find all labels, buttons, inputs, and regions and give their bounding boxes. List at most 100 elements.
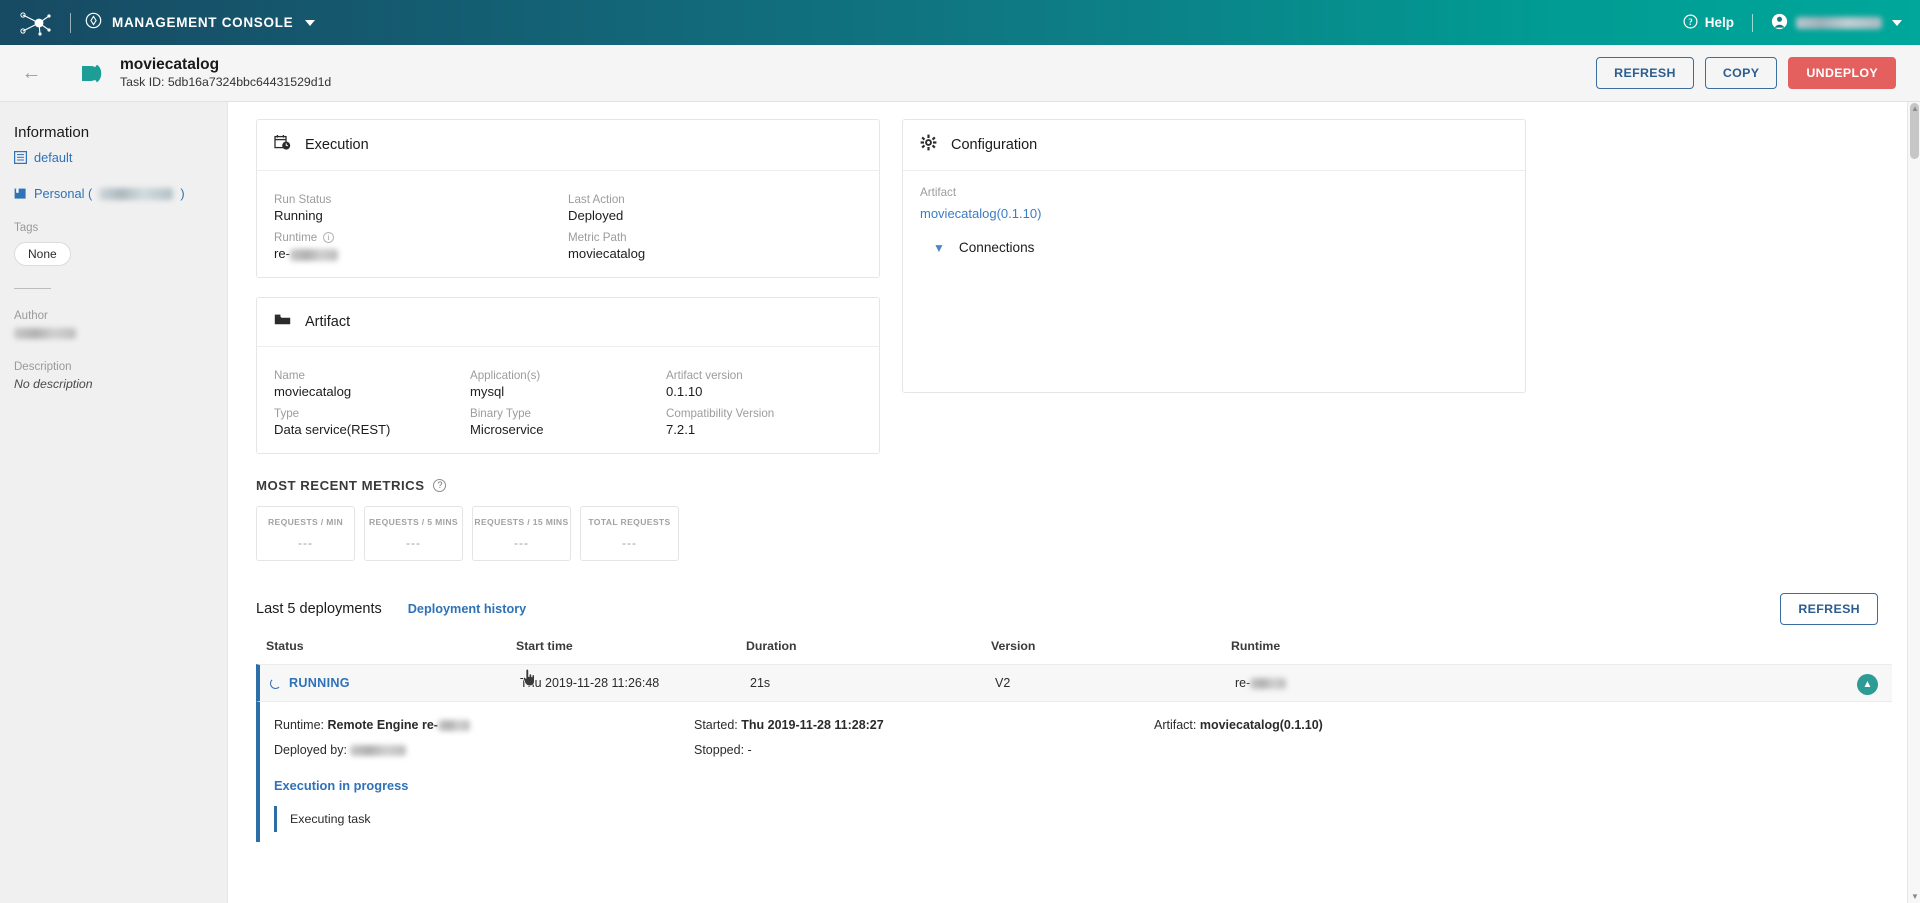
artifact-fields: Name Application(s) Artifact version mov…	[274, 361, 862, 437]
configuration-card-body: Artifact moviecatalog(0.1.10) ▼ Connecti…	[903, 171, 1525, 392]
runtime-value-prefix: re-	[274, 246, 291, 261]
artifact-type-value: Data service(REST)	[274, 422, 391, 437]
task-id-label: Task ID: 5db16a7324bbc64431529d1d	[120, 75, 332, 90]
scroll-down-arrow-icon[interactable]: ▼	[1911, 892, 1919, 901]
artifact-type-label: Type	[274, 407, 300, 420]
run-status-value: Running	[274, 208, 323, 223]
metrics-header: MOST RECENT METRICS ?	[256, 478, 1892, 493]
artifact-compatibility-label: Compatibility Version	[666, 407, 775, 420]
detail-runtime-label: Runtime:	[274, 718, 325, 732]
detail-runtime-redacted: ████	[437, 720, 470, 732]
configuration-card: Configuration Artifact moviecatalog(0.1.…	[902, 119, 1526, 393]
column-header-duration: Duration	[746, 639, 797, 653]
metric-label: REQUESTS / 15 MINS	[474, 517, 569, 527]
detail-stopped-label: Stopped:	[694, 743, 745, 757]
column-header-start-time: Start time	[516, 639, 573, 653]
row-status: RUNNING	[270, 676, 520, 690]
row-runtime-prefix: re-	[1235, 676, 1251, 690]
copy-button[interactable]: COPY	[1704, 57, 1778, 89]
deployment-history-link[interactable]: Deployment history	[408, 602, 526, 616]
metrics-title: MOST RECENT METRICS	[256, 478, 425, 493]
sidebar-project-name-redacted: █████████	[99, 187, 174, 200]
connections-toggle[interactable]: ▼ Connections	[920, 240, 1508, 255]
metric-path-value: moviecatalog	[568, 246, 646, 261]
configuration-card-header: Configuration	[903, 120, 1525, 171]
help-button[interactable]: ? Help	[1683, 13, 1734, 32]
execution-card-header: Execution	[257, 120, 879, 171]
gear-icon	[920, 134, 937, 156]
artifact-card-body: Name Application(s) Artifact version mov…	[257, 347, 879, 453]
network-graph-logo[interactable]	[18, 10, 52, 36]
sidebar-divider	[14, 288, 51, 289]
connections-label: Connections	[958, 240, 1035, 255]
deployments-table-header: Status Start time Duration Version Runti…	[256, 639, 1892, 664]
metric-label: TOTAL REQUESTS	[588, 517, 671, 527]
row-runtime: re-█████	[1235, 676, 1892, 690]
configuration-artifact-link[interactable]: moviecatalog(0.1.10)	[920, 206, 1508, 221]
deployments-title: Last 5 deployments	[256, 601, 382, 617]
top-bar-divider	[1752, 13, 1753, 32]
page-title-group: moviecatalog Task ID: 5db16a7324bbc64431…	[120, 55, 331, 91]
chevron-down-icon: ▼	[933, 240, 945, 255]
management-console-menu[interactable]: MANAGEMENT CONSOLE	[85, 12, 316, 34]
user-name-redacted: ██████████	[1796, 16, 1882, 29]
vertical-scrollbar[interactable]: ▲ ▼	[1907, 102, 1920, 903]
artifact-binary-type-value: Microservice	[470, 422, 544, 437]
deployments-header: Last 5 deployments Deployment history RE…	[256, 593, 1892, 625]
last-action-value: Deployed	[568, 208, 624, 223]
info-circle-icon[interactable]: i	[323, 232, 335, 243]
user-menu[interactable]: ██████████	[1771, 13, 1902, 33]
top-bar-right-group: ? Help ██████████	[1683, 13, 1902, 33]
configuration-card-title: Configuration	[951, 137, 1038, 153]
chevron-down-icon[interactable]	[305, 19, 316, 26]
row-duration: 21s	[750, 676, 771, 690]
execution-card-title: Execution	[305, 137, 369, 153]
top-cards-row: Execution Run Status Last Action Running…	[256, 119, 1892, 454]
execution-log-line: Executing task	[290, 812, 371, 826]
right-column: Configuration Artifact moviecatalog(0.1.…	[902, 119, 1526, 393]
artifact-card-header: Artifact	[257, 298, 879, 347]
execution-card-body: Run Status Last Action Running Deployed …	[257, 171, 879, 277]
column-header-runtime: Runtime	[1231, 639, 1281, 653]
artifact-version-label: Artifact version	[666, 369, 743, 382]
management-console-label: MANAGEMENT CONSOLE	[112, 15, 294, 30]
page-header: ← moviecatalog Task ID: 5db16a7324bbc644…	[0, 45, 1920, 102]
deployment-detail-panel: Runtime: Remote Engine re-████ Started: …	[256, 702, 1892, 842]
detail-spacer	[1154, 743, 1882, 757]
detail-artifact-value: moviecatalog(0.1.10)	[1199, 718, 1323, 732]
detail-deployed-by: Deployed by: ███████	[274, 743, 694, 757]
artifact-binary-type-label: Binary Type	[470, 407, 532, 420]
spinner-icon	[270, 677, 281, 689]
run-status-label: Run Status	[274, 193, 332, 206]
metric-label: REQUESTS / MIN	[267, 517, 344, 527]
detail-started-label: Started:	[694, 718, 738, 732]
undeploy-button[interactable]: UNDEPLOY	[1788, 57, 1896, 89]
detail-started: Started: Thu 2019-11-28 11:28:27	[694, 718, 1154, 732]
refresh-button[interactable]: REFRESH	[1596, 57, 1694, 89]
calendar-clock-icon	[274, 134, 291, 156]
configuration-artifact-label: Artifact	[920, 186, 957, 199]
svg-text:?: ?	[1688, 17, 1693, 27]
artifact-name-label: Name	[274, 369, 305, 382]
sidebar-heading: Information	[14, 124, 90, 141]
column-header-status: Status	[266, 639, 304, 653]
table-row[interactable]: RUNNING Thu 2019-11-28 11:26:48 21s V2 r…	[256, 664, 1892, 702]
hand-pointer-icon	[522, 668, 536, 691]
sidebar-item-workspace[interactable]: default	[14, 150, 227, 165]
row-status-label: RUNNING	[289, 676, 350, 690]
deployments-table: Status Start time Duration Version Runti…	[256, 639, 1892, 842]
back-button[interactable]: ←	[0, 45, 63, 102]
artifact-version-value: 0.1.10	[666, 384, 703, 399]
metric-card-requests-per-min: REQUESTS / MIN ---	[256, 506, 355, 561]
page-body: Information default Personal (█████████)	[0, 102, 1920, 903]
metric-card-requests-per-15-mins: REQUESTS / 15 MINS ---	[472, 506, 571, 561]
detail-artifact-label: Artifact:	[1154, 718, 1197, 732]
execution-fields: Run Status Last Action Running Deployed …	[274, 185, 862, 261]
chevron-up-icon[interactable]: ▲	[1857, 674, 1878, 695]
sidebar-item-project[interactable]: Personal (█████████)	[14, 186, 227, 201]
question-circle-icon[interactable]: ?	[433, 479, 447, 492]
deployments-refresh-button[interactable]: REFRESH	[1780, 593, 1878, 625]
chevron-down-icon[interactable]	[1892, 19, 1902, 26]
page-title: moviecatalog	[120, 56, 220, 74]
scroll-up-arrow-icon[interactable]: ▲	[1911, 104, 1919, 113]
